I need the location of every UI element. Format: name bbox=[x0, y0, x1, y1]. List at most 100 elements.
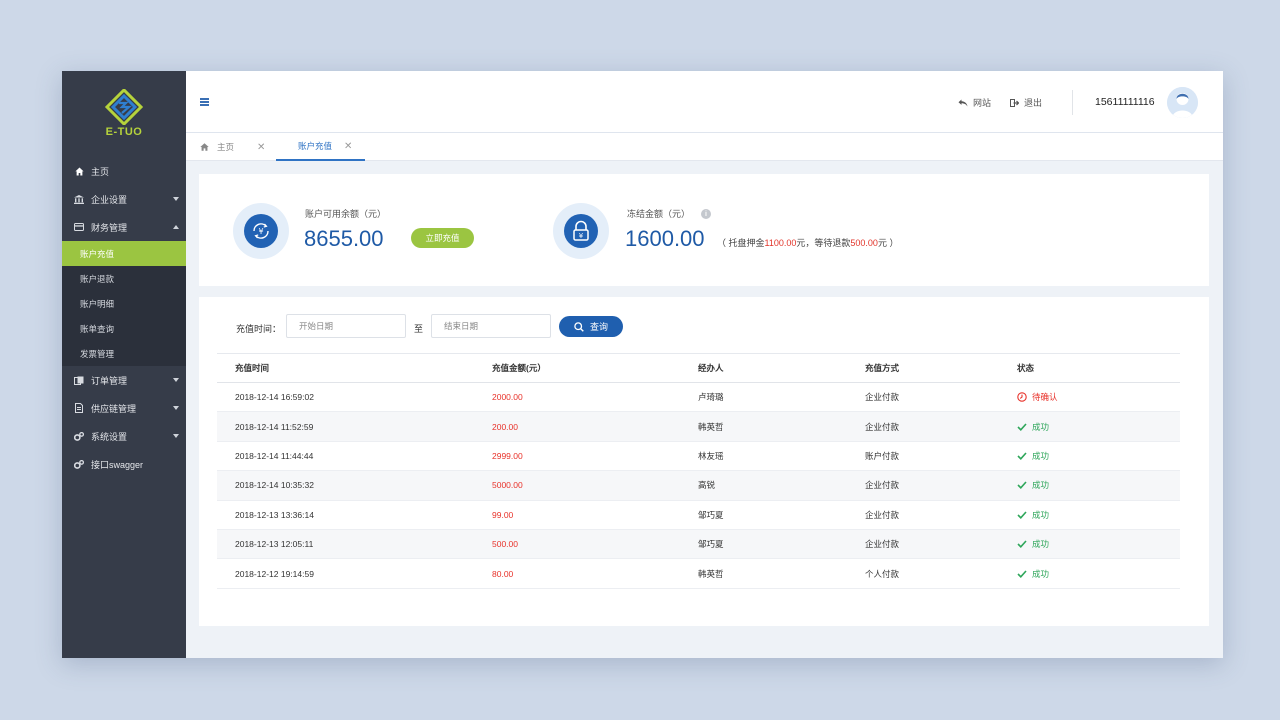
sidebar-item-finance[interactable]: 财务管理 bbox=[62, 213, 186, 241]
sidebar-item-swagger[interactable]: 接口swagger bbox=[62, 450, 186, 478]
tab-home[interactable]: 主页 ✕ bbox=[200, 133, 270, 161]
tab-label: 主页 bbox=[217, 142, 235, 152]
sidebar-item-label: 主页 bbox=[91, 166, 110, 177]
card-icon bbox=[74, 222, 84, 232]
cell-amount: 80.00 bbox=[492, 558, 698, 589]
gears-icon bbox=[74, 431, 84, 441]
username[interactable]: 15611111116 bbox=[1095, 96, 1155, 108]
chevron-down-icon bbox=[173, 378, 179, 382]
note-prefix: （ 托盘押金 bbox=[717, 238, 765, 248]
header-divider bbox=[1072, 90, 1073, 115]
cell-status: 成功 bbox=[1017, 529, 1180, 560]
sidebar-subitem-bill-query[interactable]: 账单查询 bbox=[62, 316, 186, 341]
cell-time: 2018-12-12 19:14:59 bbox=[217, 558, 492, 589]
status-label: 成功 bbox=[1032, 539, 1050, 550]
recharge-time-label: 充值时间： bbox=[236, 324, 282, 334]
cell-time: 2018-12-14 16:59:02 bbox=[217, 382, 492, 413]
search-button[interactable]: 查询 bbox=[559, 316, 623, 337]
available-balance-label: 账户可用余额（元） bbox=[305, 209, 387, 219]
sidebar-item-supply-chain[interactable]: 供应链管理 bbox=[62, 394, 186, 422]
column-header-amount: 充值金额(元） bbox=[492, 353, 698, 383]
sidebar-item-label: 财务管理 bbox=[91, 222, 128, 233]
gears-icon bbox=[74, 459, 84, 469]
cell-operator: 韩英哲 bbox=[698, 558, 865, 589]
status-label: 成功 bbox=[1032, 450, 1050, 461]
status-label: 待确认 bbox=[1032, 391, 1058, 402]
cell-status: 成功 bbox=[1017, 470, 1180, 501]
available-balance-circle: ¥ bbox=[233, 203, 289, 259]
cell-status: 成功 bbox=[1017, 558, 1180, 589]
cell-method: 企业付款 bbox=[865, 529, 1017, 560]
bank-icon bbox=[74, 194, 84, 204]
cell-time: 2018-12-14 11:52:59 bbox=[217, 411, 492, 442]
cell-method: 企业付款 bbox=[865, 500, 1017, 530]
chevron-up-icon bbox=[173, 225, 179, 229]
frozen-amount-circle: ¥ bbox=[553, 203, 609, 259]
status-label: 成功 bbox=[1032, 421, 1050, 432]
pending-refund-amount: 500.00 bbox=[850, 238, 878, 248]
end-date-input[interactable] bbox=[431, 314, 551, 338]
app-window: E-TUO 主页 企业设置 财务管理 账户充值 账户退款 账户明细 账单查询 发… bbox=[62, 71, 1223, 658]
finance-submenu: 账户充值 账户退款 账户明细 账单查询 发票管理 bbox=[62, 241, 186, 366]
info-icon[interactable]: i bbox=[701, 209, 711, 219]
home-icon bbox=[200, 143, 209, 151]
balance-card: ¥ 账户可用余额（元） 8655.00 立即充值 ¥ 冻结金额（元） i 160… bbox=[199, 174, 1209, 286]
note-middle: 元，等待退款 bbox=[796, 238, 851, 248]
recharge-records-table: 充值时间 充值金额(元） 经办人 充值方式 状态 2018-12-14 16:5… bbox=[217, 353, 1180, 589]
recharge-records-card: 充值时间： 至 查询 充值时间 充值金额(元） 经办人 充值方式 状态 2018… bbox=[199, 297, 1209, 626]
cell-method: 企业付款 bbox=[865, 382, 1017, 413]
cell-status: 成功 bbox=[1017, 500, 1180, 530]
sidebar-item-home[interactable]: 主页 bbox=[62, 157, 186, 185]
sidebar-subitem-invoice[interactable]: 发票管理 bbox=[62, 341, 186, 366]
table-row: 2018-12-14 10:35:32 5000.00 高锐 企业付款 成功 bbox=[217, 470, 1180, 501]
website-label: 网站 bbox=[973, 98, 992, 108]
tab-bar: 主页 ✕ 账户充值 ✕ bbox=[186, 133, 1223, 161]
cell-amount: 2999.00 bbox=[492, 441, 698, 472]
sidebar-item-enterprise-settings[interactable]: 企业设置 bbox=[62, 185, 186, 213]
sidebar-item-label: 系统设置 bbox=[91, 431, 128, 442]
to-label: 至 bbox=[414, 324, 424, 334]
cell-method: 个人付款 bbox=[865, 558, 1017, 589]
note-suffix: 元 ） bbox=[877, 238, 899, 248]
sidebar-subitem-account-details[interactable]: 账户明细 bbox=[62, 291, 186, 316]
lock-icon: ¥ bbox=[573, 220, 589, 241]
svg-text:¥: ¥ bbox=[579, 232, 584, 240]
cell-status: 成功 bbox=[1017, 441, 1180, 472]
sidebar-subitem-account-refund[interactable]: 账户退款 bbox=[62, 266, 186, 291]
close-icon[interactable]: ✕ bbox=[257, 142, 265, 153]
logout-link[interactable]: 退出 bbox=[1010, 96, 1042, 109]
website-link[interactable]: 网站 bbox=[958, 96, 991, 109]
recharge-now-button[interactable]: 立即充值 bbox=[411, 228, 474, 248]
frozen-breakdown-note: （ 托盘押金1100.00元，等待退款500.00元 ） bbox=[717, 236, 898, 249]
frozen-amount-label: 冻结金额（元） bbox=[627, 209, 691, 219]
sidebar-item-system-settings[interactable]: 系统设置 bbox=[62, 422, 186, 450]
check-icon bbox=[1017, 569, 1027, 578]
status-badge: 待确认 bbox=[1017, 391, 1058, 403]
sidebar-item-label: 企业设置 bbox=[91, 194, 128, 205]
table-row: 2018-12-14 11:44:44 2999.00 林友瑶 账户付款 成功 bbox=[217, 441, 1180, 472]
start-date-input[interactable] bbox=[286, 314, 406, 338]
status-label: 成功 bbox=[1032, 480, 1050, 491]
sidebar: E-TUO 主页 企业设置 财务管理 账户充值 账户退款 账户明细 账单查询 发… bbox=[62, 71, 186, 658]
sidebar-subitem-account-recharge[interactable]: 账户充值 bbox=[62, 241, 186, 266]
table-header-row: 充值时间 充值金额(元） 经办人 充值方式 状态 bbox=[217, 353, 1180, 383]
tab-account-recharge[interactable]: 账户充值 ✕ bbox=[276, 133, 365, 161]
check-icon bbox=[1017, 481, 1027, 490]
user-avatar-icon bbox=[1167, 87, 1198, 118]
available-balance-value: 8655.00 bbox=[304, 226, 384, 251]
cell-amount: 200.00 bbox=[492, 411, 698, 442]
cell-operator: 邹巧夏 bbox=[698, 500, 865, 530]
sidebar-item-orders[interactable]: 订单管理 bbox=[62, 366, 186, 394]
cell-operator: 高锐 bbox=[698, 470, 865, 501]
check-icon bbox=[1017, 452, 1027, 460]
clock-icon bbox=[1017, 391, 1027, 402]
avatar[interactable] bbox=[1167, 87, 1198, 118]
frozen-amount-value: 1600.00 bbox=[625, 226, 705, 251]
menu-toggle-icon[interactable] bbox=[200, 98, 209, 106]
close-icon[interactable]: ✕ bbox=[344, 141, 352, 152]
cell-method: 账户付款 bbox=[865, 441, 1017, 472]
cell-status: 成功 bbox=[1017, 411, 1180, 442]
status-badge: 成功 bbox=[1017, 450, 1049, 462]
yuan-refresh-icon: ¥ bbox=[253, 223, 269, 239]
status-badge: 成功 bbox=[1017, 538, 1049, 550]
